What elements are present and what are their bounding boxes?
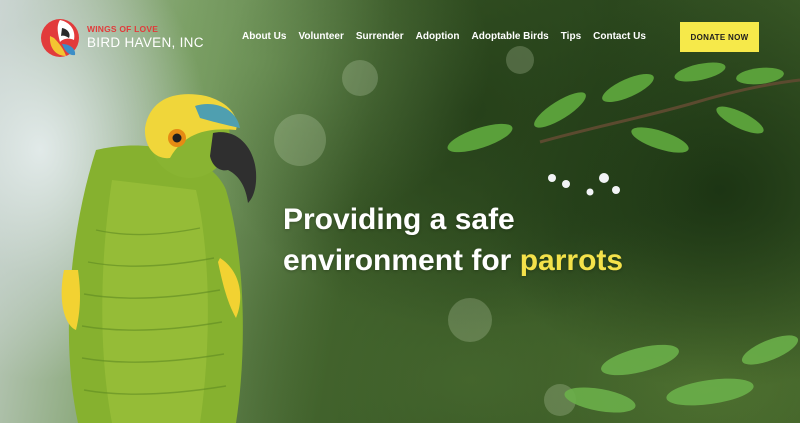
main-navigation: About Us Volunteer Surrender Adoption Ad… [242,31,658,42]
nav-item-adoption[interactable]: Adoption [416,31,460,42]
parrot-image [61,94,257,423]
nav-item-contact-us[interactable]: Contact Us [593,31,646,42]
nav-item-adoptable-birds[interactable]: Adoptable Birds [472,31,549,42]
hero-banner: WINGS OF LOVE BIRD HAVEN, INC About Us V… [0,0,800,423]
logo-name: BIRD HAVEN, INC [87,34,204,50]
nav-item-surrender[interactable]: Surrender [356,31,404,42]
logo-tagline: WINGS OF LOVE [87,24,159,34]
hero-headline: Providing a safe environment for parrots [283,199,623,281]
site-logo[interactable]: WINGS OF LOVE BIRD HAVEN, INC [40,14,204,60]
donate-now-button[interactable]: DONATE NOW [680,22,759,52]
parrot-logo-icon [41,19,79,57]
nav-item-about-us[interactable]: About Us [242,31,286,42]
headline-line-2: environment for [283,244,520,277]
nav-item-volunteer[interactable]: Volunteer [298,31,343,42]
nav-item-tips[interactable]: Tips [561,31,581,42]
headline-accent-word: parrots [519,244,624,277]
headline-line-1: Providing a safe [283,203,515,236]
